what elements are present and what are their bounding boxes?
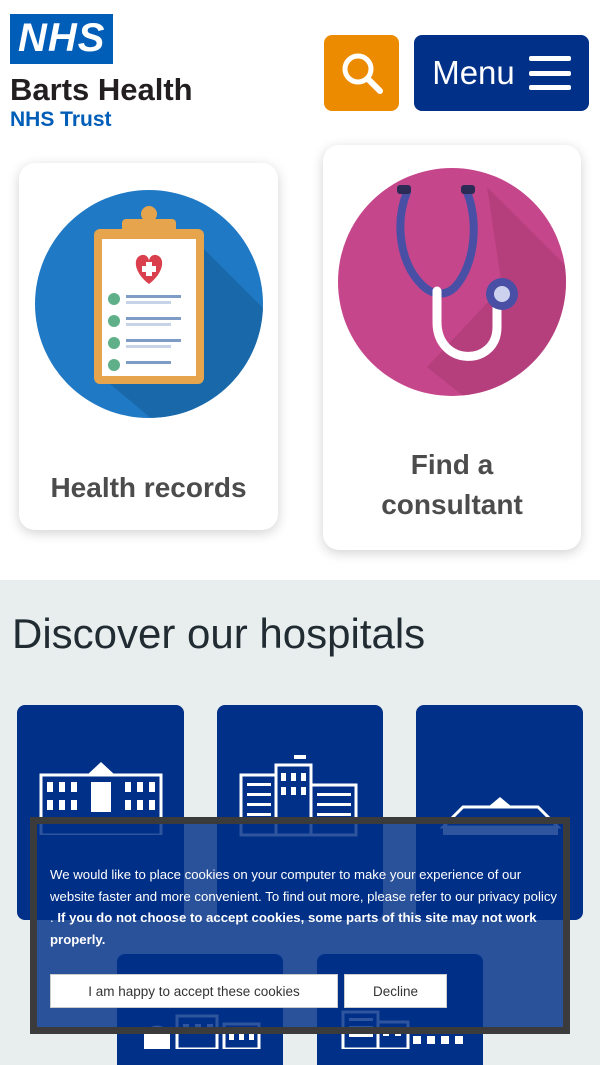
hospitals-heading: Discover our hospitals [12, 610, 426, 657]
menu-button[interactable]: Menu [414, 35, 589, 111]
search-icon [342, 53, 383, 94]
nhs-logo-mark: NHS [10, 14, 114, 64]
accept-cookies-button[interactable]: I am happy to accept these cookies [50, 974, 338, 1008]
health-records-card[interactable]: Health records [19, 163, 278, 530]
stethoscope-icon [338, 168, 566, 396]
decline-cookies-button[interactable]: Decline [344, 974, 447, 1008]
find-consultant-card[interactable]: Find a consultant [323, 145, 581, 550]
cookie-banner: We would like to place cookies on your c… [30, 817, 570, 1034]
org-subtitle: NHS Trust [10, 108, 112, 131]
clipboard-heart-icon [34, 190, 263, 418]
health-records-label: Health records [50, 472, 247, 503]
org-name: Barts Health [10, 72, 193, 107]
site-header: NHS Barts Health NHS Trust Menu [0, 0, 600, 140]
cookie-message: We would like to place cookies on your c… [50, 864, 560, 950]
find-consultant-label: Find a consultant [381, 449, 523, 520]
hamburger-icon [528, 56, 571, 90]
nhs-logo[interactable]: NHS Barts Health NHS Trust [10, 14, 220, 132]
menu-label: Menu [432, 54, 515, 91]
search-button[interactable] [324, 35, 399, 111]
cookie-warning: If you do not choose to accept cookies, … [50, 910, 537, 947]
